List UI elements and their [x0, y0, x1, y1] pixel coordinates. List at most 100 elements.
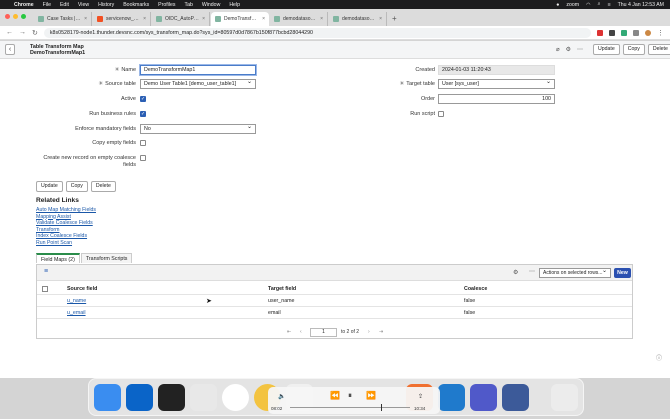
- maximize-window-icon[interactable]: [21, 14, 26, 19]
- gear-icon[interactable]: ⚙: [513, 269, 518, 276]
- new-button[interactable]: New: [614, 268, 631, 278]
- help-icon[interactable]: ⓘ: [656, 353, 662, 362]
- menu-bookmarks[interactable]: Bookmarks: [123, 2, 149, 8]
- share-icon[interactable]: ⇪: [418, 393, 423, 400]
- browser-tab[interactable]: demodatasource | Data Sourc×: [270, 12, 328, 26]
- back-arrow-icon[interactable]: ←: [6, 29, 13, 36]
- vscode-icon[interactable]: [438, 384, 465, 411]
- timer-app-icon[interactable]: [222, 384, 249, 411]
- browser-tab[interactable]: OIDC_AutoProvisionDemo | S×: [152, 12, 210, 26]
- close-tab-icon[interactable]: ×: [262, 16, 265, 22]
- progress-track[interactable]: [290, 407, 410, 408]
- active-checkbox[interactable]: ✓: [140, 96, 146, 102]
- related-links-title: Related Links: [36, 197, 79, 204]
- more-icon[interactable]: ⋯: [529, 268, 535, 275]
- clock[interactable]: Thu 4 Jan 12:53 AM: [618, 2, 664, 8]
- attachment-icon[interactable]: ⌀: [556, 46, 560, 53]
- close-tab-icon[interactable]: ×: [202, 16, 205, 22]
- source-table-select[interactable]: Demo User Table1 [demo_user_table1]: [140, 78, 256, 89]
- more-options-icon[interactable]: ⋯: [577, 46, 583, 53]
- delete-button[interactable]: Delete: [647, 44, 670, 55]
- order-input[interactable]: 100: [438, 94, 555, 104]
- previous-page-icon[interactable]: ‹: [300, 329, 302, 335]
- tab-transform-scripts[interactable]: Transform Scripts: [80, 253, 133, 263]
- name-input[interactable]: DemoTransformMap1: [140, 65, 256, 75]
- browser-tab-active[interactable]: DemoTransformMap1 | Table×: [211, 12, 269, 26]
- pause-icon[interactable]: ⏸: [348, 391, 352, 401]
- new-tab-icon[interactable]: +: [392, 14, 397, 23]
- run-business-rules-checkbox[interactable]: ✓: [140, 111, 146, 117]
- quicktime-icon[interactable]: [502, 384, 529, 411]
- copy-empty-fields-checkbox[interactable]: [140, 140, 146, 146]
- column-source-field[interactable]: Source field: [67, 286, 97, 292]
- menu-app[interactable]: Chrome: [14, 2, 34, 8]
- wifi-icon[interactable]: ◠: [586, 2, 591, 8]
- extension-icon[interactable]: [597, 29, 603, 36]
- column-coalesce[interactable]: Coalesce: [464, 286, 487, 292]
- update-button[interactable]: Update: [36, 181, 63, 192]
- control-center-icon[interactable]: ≡: [608, 2, 611, 8]
- select-all-checkbox[interactable]: [42, 286, 48, 292]
- first-page-icon[interactable]: ⇤: [287, 329, 291, 335]
- menu-edit[interactable]: Edit: [60, 2, 69, 8]
- menu-tab[interactable]: Tab: [184, 2, 192, 8]
- fast-forward-icon[interactable]: ⏩: [366, 391, 376, 400]
- outlook-icon[interactable]: [126, 384, 153, 411]
- last-page-icon[interactable]: ⇥: [379, 329, 383, 335]
- forward-arrow-icon[interactable]: →: [19, 29, 26, 36]
- reload-icon[interactable]: ↻: [32, 29, 38, 37]
- copy-button[interactable]: Copy: [622, 44, 645, 55]
- finder-icon[interactable]: [94, 384, 121, 411]
- minimize-window-icon[interactable]: [13, 14, 18, 19]
- close-tab-icon[interactable]: ×: [320, 16, 323, 22]
- actions-select[interactable]: Actions on selected rows...: [539, 267, 611, 278]
- menu-help[interactable]: Help: [229, 2, 240, 8]
- close-tab-icon[interactable]: ×: [143, 16, 146, 22]
- trash-icon[interactable]: [551, 384, 578, 411]
- source-field-link[interactable]: u_name: [67, 298, 86, 304]
- volume-icon[interactable]: 🔈: [278, 393, 285, 400]
- source-field-link[interactable]: u_email: [67, 310, 86, 316]
- browser-tab[interactable]: demodatasource | Data Sourc×: [329, 12, 387, 26]
- teams-icon[interactable]: [470, 384, 497, 411]
- back-button[interactable]: ‹: [5, 44, 15, 55]
- delete-button[interactable]: Delete: [90, 181, 116, 192]
- related-links-list: Auto Map Matching Fields Mapping Assist …: [36, 207, 96, 246]
- run-script-checkbox[interactable]: [438, 111, 444, 117]
- people-icon[interactable]: [190, 384, 217, 411]
- close-tab-icon[interactable]: ×: [84, 16, 87, 22]
- rewind-icon[interactable]: ⏪: [330, 391, 340, 400]
- enforce-mandatory-select[interactable]: No: [140, 123, 256, 134]
- zoom-status[interactable]: zoom: [566, 2, 579, 8]
- browser-menu-icon[interactable]: ⋮: [657, 29, 664, 37]
- extensions-puzzle-icon[interactable]: [633, 29, 639, 36]
- page-number-input[interactable]: 1: [310, 328, 337, 337]
- menu-history[interactable]: History: [98, 2, 114, 8]
- screen-record-icon[interactable]: ●: [556, 2, 559, 8]
- menu-file[interactable]: File: [43, 2, 51, 8]
- tab-field-maps[interactable]: Field Maps (2): [36, 253, 80, 263]
- list-menu-icon[interactable]: ≡: [44, 268, 48, 275]
- terminal-icon[interactable]: [158, 384, 185, 411]
- copy-button[interactable]: Copy: [65, 181, 88, 192]
- extension-icon[interactable]: [621, 29, 627, 36]
- progress-handle[interactable]: [381, 404, 382, 411]
- update-button[interactable]: Update: [593, 44, 620, 55]
- next-page-icon[interactable]: ›: [368, 329, 370, 335]
- link-run-point-scan[interactable]: Run Point Scan: [36, 240, 96, 247]
- column-target-field[interactable]: Target field: [268, 286, 296, 292]
- menu-view[interactable]: View: [78, 2, 89, 8]
- search-icon[interactable]: ⌕: [598, 1, 601, 8]
- close-window-icon[interactable]: [5, 14, 10, 19]
- menu-profiles[interactable]: Profiles: [158, 2, 175, 8]
- profile-avatar-icon[interactable]: [645, 29, 651, 36]
- menu-window[interactable]: Window: [202, 2, 220, 8]
- address-bar[interactable]: k8s0528179-node1.thunder.devsnc.com/sys_…: [43, 27, 591, 38]
- extension-icon[interactable]: [609, 29, 615, 36]
- settings-sliders-icon[interactable]: ⚙: [566, 46, 571, 53]
- close-tab-icon[interactable]: ×: [379, 16, 382, 22]
- target-table-select[interactable]: User [sys_user]: [438, 78, 555, 89]
- create-new-record-checkbox[interactable]: [140, 155, 146, 161]
- browser-tab[interactable]: Case Tasks | ServiceNow×: [34, 12, 92, 26]
- browser-tab[interactable]: servicenow_TestAmbuj - Mic×: [93, 12, 151, 26]
